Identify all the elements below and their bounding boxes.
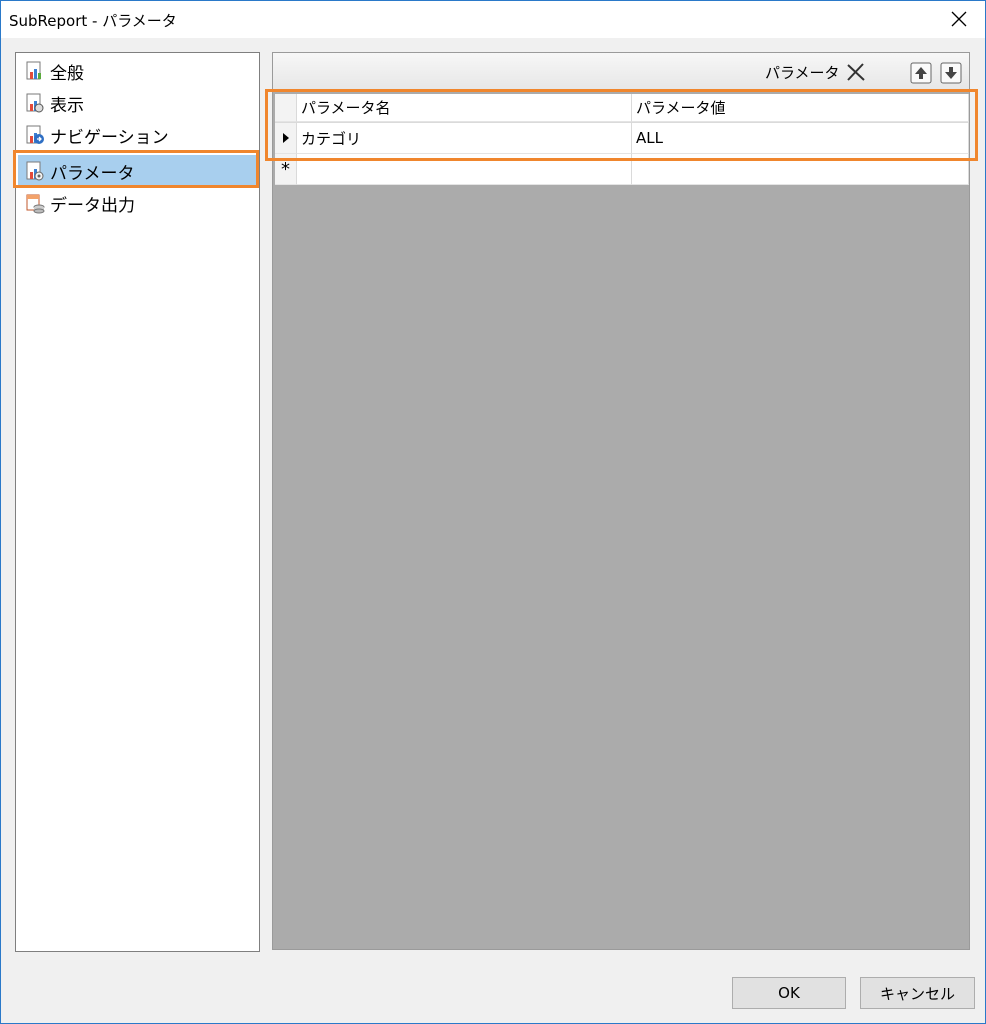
sidebar-item-label: パラメータ <box>50 163 135 184</box>
sidebar-item-parameter[interactable]: パラメータ <box>18 155 257 187</box>
window-title: SubReport - パラメータ <box>9 12 177 30</box>
ok-button[interactable]: OK <box>732 977 846 1009</box>
close-button[interactable] <box>939 3 979 35</box>
table-row[interactable]: カテゴリ ALL <box>275 123 969 154</box>
new-row-marker: * <box>275 154 297 185</box>
sidebar-item-label: ナビゲーション <box>50 127 169 148</box>
move-up-icon[interactable] <box>910 62 932 84</box>
delete-parameter-icon[interactable] <box>845 61 867 83</box>
new-row[interactable]: * <box>275 154 969 185</box>
column-header-parameter-name[interactable]: パラメータ名 <box>297 94 632 122</box>
cancel-button[interactable]: キャンセル <box>860 977 975 1009</box>
close-icon <box>951 11 967 27</box>
report-chart-icon <box>26 61 41 80</box>
new-parameter-value-cell[interactable] <box>632 154 969 185</box>
title-bar: SubReport - パラメータ <box>1 1 985 38</box>
dialog-window: SubReport - パラメータ 全般 表示 ナビゲーション パラメータ デー… <box>0 0 986 1024</box>
row-selector[interactable] <box>275 123 297 154</box>
sidebar-item-label: 表示 <box>50 95 84 116</box>
new-parameter-name-cell[interactable] <box>297 154 632 185</box>
settings-nav-list: 全般 表示 ナビゲーション パラメータ データ出力 <box>15 52 260 952</box>
sidebar-item-data-output[interactable]: データ出力 <box>18 187 257 219</box>
row-header-corner <box>275 94 297 122</box>
move-down-icon[interactable] <box>940 62 962 84</box>
sidebar-item-label: 全般 <box>50 63 84 84</box>
report-view-icon <box>26 93 44 113</box>
data-output-icon <box>26 194 45 214</box>
parameter-grid: パラメータ名 パラメータ値 カテゴリ ALL * <box>275 94 969 185</box>
parameter-toolbar: パラメータ <box>273 53 969 92</box>
parameter-value-cell[interactable]: ALL <box>632 123 969 154</box>
column-header-parameter-value[interactable]: パラメータ値 <box>632 94 969 122</box>
sidebar-item-label: データ出力 <box>50 195 135 216</box>
sidebar-item-display[interactable]: 表示 <box>18 87 257 119</box>
parameter-panel: パラメータ パラメータ名 パラメータ値 カテゴリ ALL * <box>272 52 970 950</box>
report-parameter-icon <box>26 161 44 181</box>
toolbar-label: パラメータ <box>765 64 840 82</box>
report-navigation-icon <box>26 125 44 144</box>
parameter-name-cell[interactable]: カテゴリ <box>297 123 632 154</box>
sidebar-item-general[interactable]: 全般 <box>18 55 257 87</box>
current-row-arrow-icon <box>282 133 289 143</box>
sidebar-item-navigation[interactable]: ナビゲーション <box>18 119 257 151</box>
grid-header-row: パラメータ名 パラメータ値 <box>275 94 969 123</box>
